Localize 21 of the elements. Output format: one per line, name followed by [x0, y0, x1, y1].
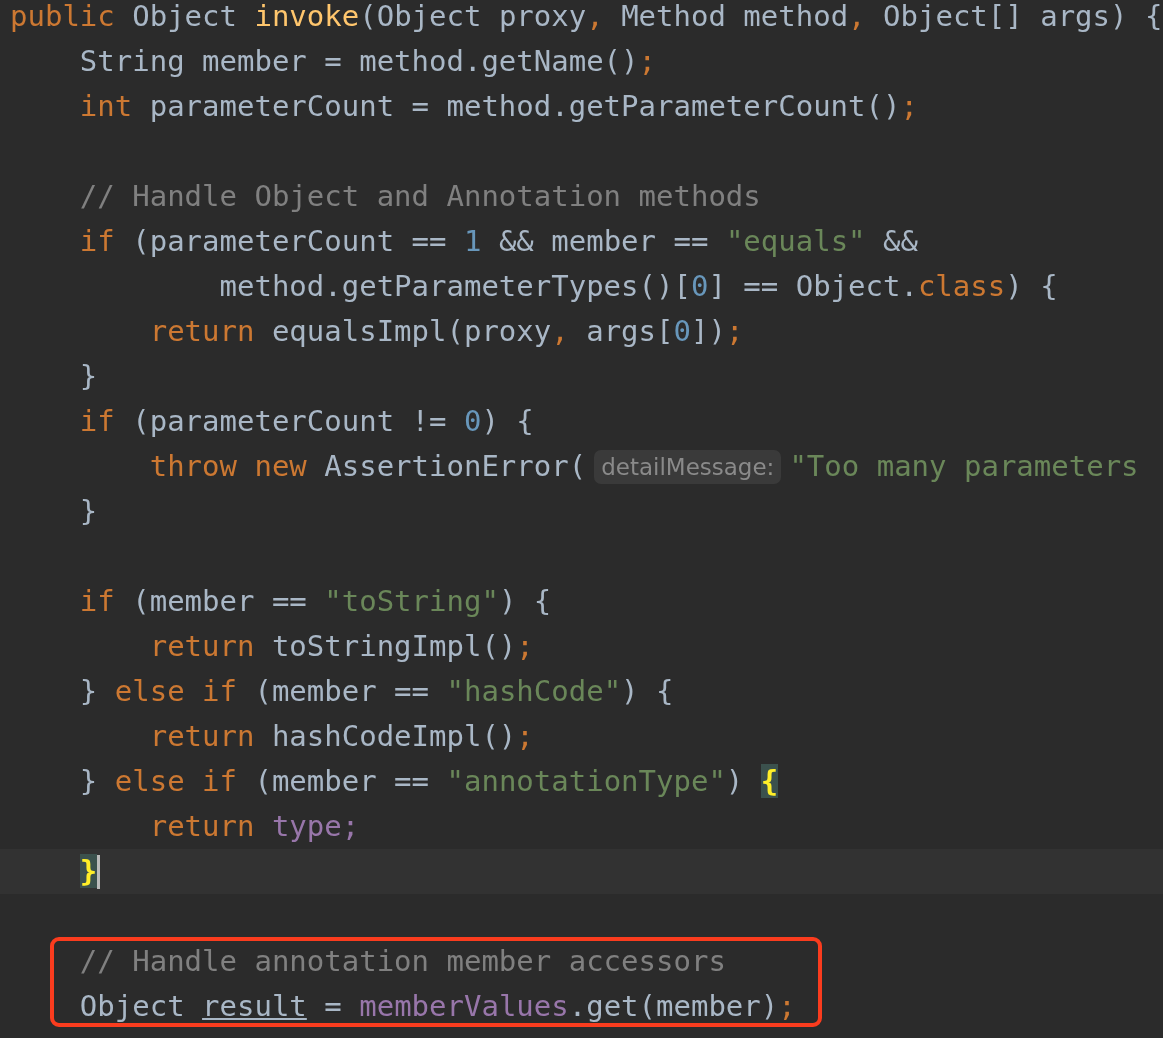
code-line: String member = method.getName();: [78, 43, 656, 80]
code-comment: // Handle Object and Annotation methods: [78, 178, 761, 215]
code-line: return hashCodeImpl();: [148, 718, 534, 755]
code-line: Object result = memberValues.get(member);: [78, 988, 796, 1025]
parameter-hint: detailMessage:: [594, 449, 782, 484]
code-line: } else if (member == "hashCode") {: [78, 673, 674, 710]
code-line: public Object invoke(Object proxy, Method method, Object[] args) {: [10, 0, 1163, 35]
code-line: }: [78, 358, 98, 395]
code-line: return equalsImpl(proxy, args[0]);: [148, 313, 744, 350]
code-line: } else if (member == "annotationType") {: [78, 763, 779, 800]
code-comment: // Handle annotation member accessors: [78, 943, 726, 980]
code-line: "Too many parameters: [789, 448, 1139, 485]
code-line: if (member == "toString") {: [78, 583, 552, 620]
code-line: method.getParameterTypes()[0] == Object.class) {: [218, 268, 1058, 305]
code-line: throw new AssertionError(: [148, 448, 587, 485]
code-line: int parameterCount = method.getParameterCount();: [78, 88, 918, 125]
code-line: if (parameterCount == 1 && member == "equals" &&: [78, 223, 918, 260]
code-line: return toStringImpl();: [148, 628, 534, 665]
code-line: return type;: [148, 808, 360, 845]
code-line: if (parameterCount != 0) {: [78, 403, 534, 440]
code-line: }: [78, 493, 98, 530]
